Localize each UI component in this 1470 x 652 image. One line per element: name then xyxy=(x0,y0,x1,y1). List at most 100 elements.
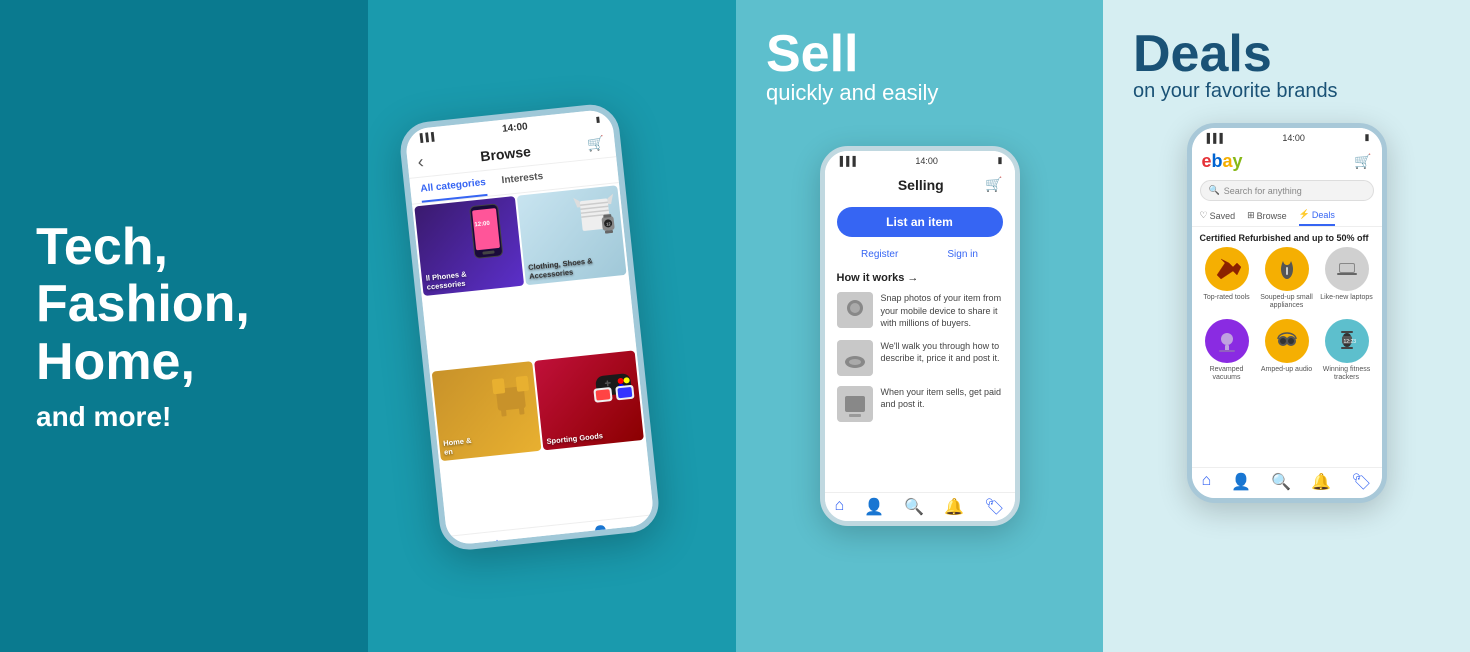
appliances-circle xyxy=(1265,247,1309,291)
hero-line2: Fashion, xyxy=(36,275,250,333)
sell-battery: ▮ xyxy=(998,155,1003,166)
fitness-label: Winning fitness trackers xyxy=(1320,366,1374,383)
deals-bottom-nav: ⌂ 👤 🔍 🔔 🏷 xyxy=(1192,467,1382,498)
deals-phone-area: ▐▐▐ 14:00 ▮ ebay 🛒 🔍 Search for anything xyxy=(1103,113,1470,652)
cart-icon[interactable]: 🛒 xyxy=(586,134,605,153)
tab-browse[interactable]: ⊞ Browse xyxy=(1247,205,1287,226)
register-link[interactable]: Register xyxy=(861,249,898,260)
how-it-works-section: How it works → Snap photos of your item … xyxy=(825,264,1015,440)
battery-icon: ▮ xyxy=(595,115,600,124)
browse-icon: ⊞ xyxy=(1247,210,1255,221)
panel-sell: Sell quickly and easily ▐▐▐ 14:00 ▮ Sell… xyxy=(736,0,1103,652)
hero-subtitle: and more! xyxy=(36,401,332,433)
sell-nav-home[interactable]: ⌂ xyxy=(835,497,845,517)
deals-screen: ▐▐▐ 14:00 ▮ ebay 🛒 🔍 Search for anything xyxy=(1192,128,1382,498)
deals-nav-person[interactable]: 👤 xyxy=(1231,472,1251,492)
deals-item-fitness[interactable]: 12:23 Winning fitness trackers xyxy=(1320,319,1374,383)
deals-item-laptops[interactable]: Like-new laptops xyxy=(1320,247,1374,311)
panel-deals: Deals on your favorite brands ▐▐▐ 14:00 … xyxy=(1103,0,1470,652)
sell-header: Sell quickly and easily xyxy=(736,0,1103,116)
category-home[interactable]: Home &en xyxy=(432,361,542,461)
audio-label: Amped-up audio xyxy=(1261,366,1312,374)
clothing-product-image: 12 xyxy=(571,187,620,236)
sell-cart-icon[interactable]: 🛒 xyxy=(985,176,1002,193)
hero-title: Tech, Fashion, Home, xyxy=(36,219,332,391)
tools-circle xyxy=(1205,247,1249,291)
deals-icon: ⚡ xyxy=(1299,209,1310,220)
tab-saved[interactable]: ♡ Saved xyxy=(1200,205,1236,226)
nav-home-icon[interactable]: ⌂ xyxy=(492,535,504,552)
deals-headline: Deals xyxy=(1133,28,1440,80)
deals-cart-icon[interactable]: 🛒 xyxy=(1354,153,1371,170)
phone-browse-wrapper: ▐▐▐ 14:00 ▮ ‹ Browse 🛒 All categories In… xyxy=(398,102,662,553)
deals-nav-bell[interactable]: 🔔 xyxy=(1311,472,1331,492)
time-display: 14:00 xyxy=(502,121,529,135)
deals-item-appliances[interactable]: Souped-up small appliances xyxy=(1260,247,1314,311)
category-clothing[interactable]: 12 Clothing, Shoes &Accessories xyxy=(517,185,627,285)
home-product-image xyxy=(489,365,534,419)
search-placeholder: Search for anything xyxy=(1224,186,1302,196)
deals-grid-row2: Revamped vacuums Amped-up xyxy=(1192,319,1382,383)
deals-item-tools[interactable]: Top-rated tools xyxy=(1200,247,1254,311)
how-it-works-title: How it works → xyxy=(837,272,1003,284)
selling-title: Selling xyxy=(857,177,986,193)
how-step-2: We'll walk you through how to describe i… xyxy=(837,340,1003,376)
category-phones-label: ll Phones &ccessories xyxy=(425,270,468,292)
sell-nav-tag[interactable]: 🏷 xyxy=(984,497,1004,517)
sell-nav-person[interactable]: 👤 xyxy=(864,497,884,517)
sell-phone-area: ▐▐▐ 14:00 ▮ Selling 🛒 List an item Regis… xyxy=(736,136,1103,526)
how-step-1: Snap photos of your item from your mobil… xyxy=(837,292,1003,330)
tab-deals[interactable]: ⚡ Deals xyxy=(1299,205,1335,226)
sign-in-link[interactable]: Sign in xyxy=(947,249,978,260)
step3-text: When your item sells, get paid and post … xyxy=(881,386,1003,411)
sell-bottom-nav: ⌂ 👤 🔍 🔔 🏷 xyxy=(825,492,1015,521)
deals-time: 14:00 xyxy=(1282,133,1305,143)
category-sporting-label: Sporting Goods xyxy=(546,431,603,446)
category-sporting[interactable]: Sporting Goods xyxy=(534,350,644,450)
sell-nav-bell[interactable]: 🔔 xyxy=(944,497,964,517)
phone-sell: ▐▐▐ 14:00 ▮ Selling 🛒 List an item Regis… xyxy=(820,146,1020,526)
sell-nav: Selling 🛒 xyxy=(825,170,1015,199)
laptops-label: Like-new laptops xyxy=(1320,294,1373,302)
search-bar[interactable]: 🔍 Search for anything xyxy=(1200,180,1374,201)
list-item-button[interactable]: List an item xyxy=(837,207,1003,237)
panel-hero: Tech, Fashion, Home, and more! xyxy=(0,0,368,652)
back-arrow-icon[interactable]: ‹ xyxy=(417,151,425,173)
deals-item-vacuums[interactable]: Revamped vacuums xyxy=(1200,319,1254,383)
selling-screen: ▐▐▐ 14:00 ▮ Selling 🛒 List an item Regis… xyxy=(825,151,1015,521)
deals-signal: ▐▐▐ xyxy=(1204,133,1223,143)
sell-subline: quickly and easily xyxy=(766,80,1073,106)
audio-circle xyxy=(1265,319,1309,363)
deals-item-audio[interactable]: Amped-up audio xyxy=(1260,319,1314,383)
fitness-circle: 12:23 xyxy=(1325,319,1369,363)
deals-nav-home[interactable]: ⌂ xyxy=(1202,472,1212,492)
phone-deals: ▐▐▐ 14:00 ▮ ebay 🛒 🔍 Search for anything xyxy=(1187,123,1387,503)
category-home-label: Home &en xyxy=(443,435,473,456)
step2-icon xyxy=(837,340,873,376)
deals-header: Deals on your favorite brands xyxy=(1103,0,1470,113)
sell-nav-search[interactable]: 🔍 xyxy=(904,497,924,517)
deals-grid-row1: Top-rated tools Souped-up small applianc… xyxy=(1192,247,1382,311)
sell-status-bar: ▐▐▐ 14:00 ▮ xyxy=(825,151,1015,170)
hero-line3: Home, xyxy=(36,333,195,391)
hero-line1: Tech, xyxy=(36,218,168,276)
phone-browse: ▐▐▐ 14:00 ▮ ‹ Browse 🛒 All categories In… xyxy=(398,102,662,553)
deals-nav: ebay 🛒 xyxy=(1192,147,1382,176)
category-clothing-label: Clothing, Shoes &Accessories xyxy=(528,256,594,281)
phone-product-image: 12:00 xyxy=(461,200,517,265)
nav-person-icon[interactable]: 👤 xyxy=(590,524,612,546)
deals-nav-search[interactable]: 🔍 xyxy=(1271,472,1291,492)
selling-links: Register Sign in xyxy=(825,245,1015,264)
deals-subline: on your favorite brands xyxy=(1133,80,1440,103)
tab-interests[interactable]: Interests xyxy=(500,165,544,194)
deals-nav-tag[interactable]: 🏷 xyxy=(1351,472,1371,492)
category-phones[interactable]: 12:00 ll Phones &ccessories xyxy=(414,196,524,296)
how-step-3: When your item sells, get paid and post … xyxy=(837,386,1003,422)
browse-grid: 12:00 ll Phones &ccessories xyxy=(412,183,654,536)
deals-battery: ▮ xyxy=(1365,132,1370,143)
svg-text:12:23: 12:23 xyxy=(1343,339,1356,345)
panel-browse: ▐▐▐ 14:00 ▮ ‹ Browse 🛒 All categories In… xyxy=(368,0,736,652)
step3-icon xyxy=(837,386,873,422)
step2-text: We'll walk you through how to describe i… xyxy=(881,340,1003,365)
deals-tabs: ♡ Saved ⊞ Browse ⚡ Deals xyxy=(1192,205,1382,227)
